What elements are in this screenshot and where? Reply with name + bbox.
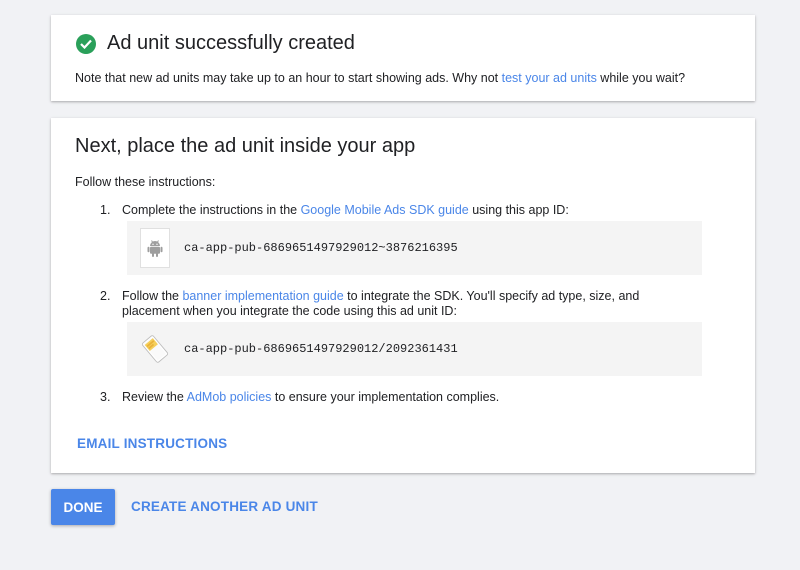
success-title: Ad unit successfully created bbox=[107, 32, 355, 54]
check-circle-icon bbox=[76, 33, 96, 54]
app-id-text[interactable]: ca-app-pub-6869651497929012~3876216395 bbox=[184, 241, 458, 255]
step-text: Review the AdMob policies to ensure your… bbox=[122, 390, 500, 404]
admob-policies-link[interactable]: AdMob policies bbox=[187, 390, 272, 404]
step-number: 2. bbox=[100, 289, 111, 303]
test-ad-units-link[interactable]: test your ad units bbox=[502, 71, 597, 85]
app-id-box: ca-app-pub-6869651497929012~3876216395 bbox=[127, 221, 702, 275]
ad-unit-id-box: ca-app-pub-6869651497929012/2092361431 bbox=[127, 322, 702, 376]
banner-guide-link[interactable]: banner implementation guide bbox=[182, 289, 343, 303]
step-text: Follow the banner implementation guide t… bbox=[122, 289, 640, 318]
placement-title: Next, place the ad unit inside your app bbox=[75, 135, 416, 157]
step-number: 3. bbox=[100, 390, 111, 404]
android-icon bbox=[140, 228, 170, 268]
placement-card: Next, place the ad unit inside your app … bbox=[51, 118, 755, 473]
success-note: Note that new ad units may take up to an… bbox=[75, 71, 686, 85]
follow-instructions-label: Follow these instructions: bbox=[75, 175, 216, 189]
sdk-guide-link[interactable]: Google Mobile Ads SDK guide bbox=[301, 203, 469, 217]
create-another-ad-unit-button[interactable]: CREATE ANOTHER AD UNIT bbox=[131, 499, 318, 514]
step-text: Complete the instructions in the Google … bbox=[122, 203, 569, 217]
step-2: 2. Follow the banner implementation guid… bbox=[100, 289, 682, 319]
success-card: Ad unit successfully created Note that n… bbox=[51, 15, 755, 101]
done-button[interactable]: DONE bbox=[51, 489, 115, 525]
step-number: 1. bbox=[100, 203, 111, 217]
banner-ad-icon bbox=[140, 329, 170, 369]
email-instructions-button[interactable]: EMAIL INSTRUCTIONS bbox=[77, 436, 227, 451]
step-1: 1. Complete the instructions in the Goog… bbox=[100, 203, 682, 218]
ad-unit-id-text[interactable]: ca-app-pub-6869651497929012/2092361431 bbox=[184, 342, 458, 356]
success-header: Ad unit successfully created bbox=[76, 32, 355, 55]
step-3: 3. Review the AdMob policies to ensure y… bbox=[100, 390, 682, 405]
